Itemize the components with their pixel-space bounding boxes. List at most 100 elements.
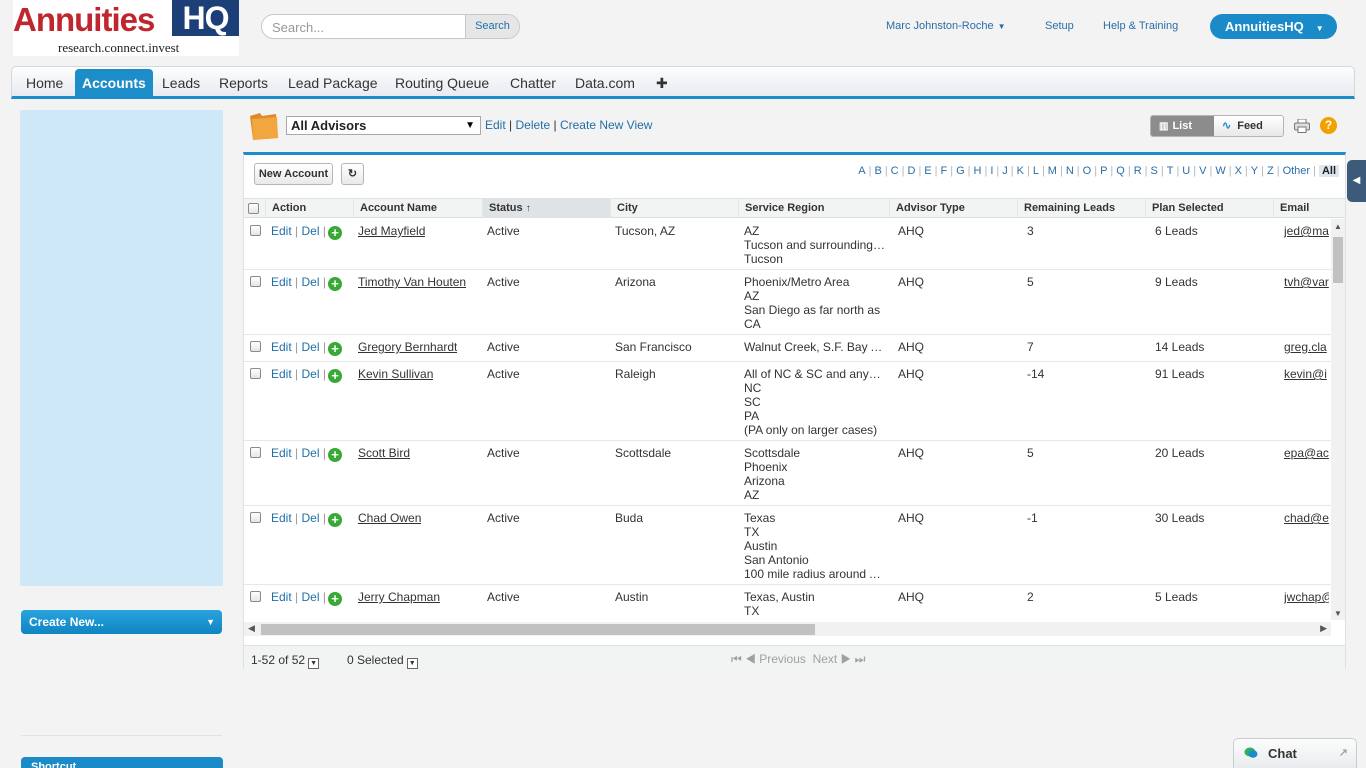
popout-icon[interactable]: ↗ — [1339, 746, 1348, 759]
tab-chatter[interactable]: Chatter — [503, 69, 563, 97]
email-link[interactable]: jwchap@ — [1284, 590, 1329, 604]
alpha-filter-g[interactable]: G — [956, 165, 965, 177]
user-menu[interactable]: Marc Johnston-Roche ▼ — [886, 20, 1006, 32]
help-icon[interactable]: ? — [1320, 117, 1337, 134]
alpha-filter-l[interactable]: L — [1033, 165, 1039, 177]
add-icon[interactable]: + — [327, 369, 342, 383]
shortcut-section[interactable]: Shortcut — [21, 757, 223, 768]
row-checkbox[interactable] — [250, 512, 261, 523]
alpha-filter-other[interactable]: Other — [1283, 165, 1311, 177]
delete-link[interactable]: Del — [302, 224, 320, 238]
email-link[interactable]: greg.cla — [1284, 340, 1329, 354]
alpha-filter-p[interactable]: P — [1100, 165, 1107, 177]
edit-link[interactable]: Edit — [271, 446, 292, 460]
horizontal-scroll-thumb[interactable] — [261, 624, 815, 635]
tab-accounts[interactable]: Accounts — [75, 69, 153, 97]
edit-link[interactable]: Edit — [271, 590, 292, 604]
logo[interactable]: Annuities HQ research.connect.invest — [13, 0, 239, 56]
vertical-scroll-thumb[interactable] — [1333, 237, 1343, 283]
horizontal-scrollbar[interactable]: ◀ ▶ — [244, 622, 1331, 636]
alpha-filter-d[interactable]: D — [907, 165, 915, 177]
alpha-filter-e[interactable]: E — [924, 165, 931, 177]
create-new-button[interactable]: Create New... ▼ — [21, 610, 222, 634]
delete-link[interactable]: Del — [302, 367, 320, 381]
column-account-name[interactable]: Account Name — [353, 199, 482, 218]
row-checkbox[interactable] — [250, 591, 261, 602]
alpha-filter-k[interactable]: K — [1017, 165, 1024, 177]
account-name-link[interactable]: Gregory Bernhardt — [358, 340, 457, 354]
email-link[interactable]: epa@ac — [1284, 446, 1329, 460]
email-link[interactable]: jed@ma — [1284, 224, 1329, 238]
alpha-filter-c[interactable]: C — [891, 165, 899, 177]
account-name-link[interactable]: Scott Bird — [358, 446, 410, 460]
edit-link[interactable]: Edit — [271, 275, 292, 289]
printer-icon[interactable] — [1294, 119, 1310, 133]
column-advisor-type[interactable]: Advisor Type — [889, 199, 1017, 218]
scroll-left-icon[interactable]: ◀ — [248, 623, 255, 634]
alpha-filter-v[interactable]: V — [1199, 165, 1206, 177]
email-link[interactable]: kevin@i — [1284, 367, 1329, 381]
add-icon[interactable]: + — [327, 513, 342, 527]
setup-link[interactable]: Setup — [1045, 20, 1074, 32]
selected-count[interactable]: 0 Selected ▼ — [347, 653, 418, 669]
delete-link[interactable]: Del — [302, 340, 320, 354]
delete-view-link[interactable]: Delete — [515, 118, 550, 132]
alpha-filter-z[interactable]: Z — [1267, 165, 1274, 177]
email-link[interactable]: chad@e — [1284, 511, 1329, 525]
record-count[interactable]: 1-52 of 52 ▼ — [251, 653, 320, 669]
alpha-filter-x[interactable]: X — [1235, 165, 1242, 177]
alpha-filter-n[interactable]: N — [1066, 165, 1074, 177]
column-status[interactable]: Status ↑ — [482, 199, 610, 218]
scroll-down-icon[interactable]: ▼ — [1334, 609, 1342, 618]
list-view-button[interactable]: ▥ List — [1151, 116, 1214, 136]
edit-link[interactable]: Edit — [271, 367, 292, 381]
create-view-link[interactable]: Create New View — [560, 118, 652, 132]
add-icon[interactable]: + — [327, 277, 342, 291]
tab-home[interactable]: Home — [19, 69, 70, 97]
delete-link[interactable]: Del — [302, 275, 320, 289]
tab-lead-package[interactable]: Lead Package — [281, 69, 385, 97]
column-plan-selected[interactable]: Plan Selected — [1145, 199, 1273, 218]
scroll-up-icon[interactable]: ▲ — [1334, 222, 1342, 231]
row-checkbox[interactable] — [250, 341, 261, 352]
column-remaining-leads[interactable]: Remaining Leads — [1017, 199, 1145, 218]
account-name-link[interactable]: Jed Mayfield — [358, 224, 425, 238]
view-select[interactable]: All Advisors ▼ — [286, 116, 481, 135]
scroll-right-icon[interactable]: ▶ — [1320, 623, 1327, 634]
alpha-filter-m[interactable]: M — [1048, 165, 1057, 177]
alpha-filter-all[interactable]: All — [1318, 165, 1339, 177]
select-all-checkbox[interactable] — [248, 203, 259, 214]
app-switcher[interactable]: AnnuitiesHQ ▼ — [1210, 14, 1337, 39]
column-city[interactable]: City — [610, 199, 738, 218]
alpha-filter-o[interactable]: O — [1083, 165, 1092, 177]
alpha-filter-h[interactable]: H — [974, 165, 982, 177]
edit-link[interactable]: Edit — [271, 224, 292, 238]
column-email[interactable]: Email — [1273, 199, 1345, 218]
edit-view-link[interactable]: Edit — [485, 118, 506, 132]
new-account-button[interactable]: New Account — [254, 163, 333, 185]
row-checkbox[interactable] — [250, 368, 261, 379]
add-tab-icon[interactable]: ✚ — [649, 69, 675, 97]
account-name-link[interactable]: Chad Owen — [358, 511, 421, 525]
alpha-filter-s[interactable]: S — [1151, 165, 1158, 177]
alpha-filter-i[interactable]: I — [990, 165, 993, 177]
row-checkbox[interactable] — [250, 447, 261, 458]
alpha-filter-f[interactable]: F — [941, 165, 948, 177]
delete-link[interactable]: Del — [302, 590, 320, 604]
alpha-filter-y[interactable]: Y — [1251, 165, 1258, 177]
help-training-link[interactable]: Help & Training — [1103, 20, 1178, 32]
edit-link[interactable]: Edit — [271, 511, 292, 525]
add-icon[interactable]: + — [327, 226, 342, 240]
email-link[interactable]: tvh@var — [1284, 275, 1329, 289]
account-name-link[interactable]: Kevin Sullivan — [358, 367, 433, 381]
alpha-filter-a[interactable]: A — [858, 165, 865, 177]
chat-widget[interactable]: Chat ↗ — [1233, 738, 1357, 768]
add-icon[interactable]: + — [327, 448, 342, 462]
alpha-filter-j[interactable]: J — [1002, 165, 1008, 177]
collapse-panel-handle[interactable]: ◀ — [1347, 160, 1366, 202]
alpha-filter-t[interactable]: T — [1167, 165, 1174, 177]
tab-data-com[interactable]: Data.com — [568, 69, 642, 97]
alpha-filter-u[interactable]: U — [1182, 165, 1190, 177]
edit-link[interactable]: Edit — [271, 340, 292, 354]
refresh-button[interactable]: ↻ — [341, 163, 364, 185]
